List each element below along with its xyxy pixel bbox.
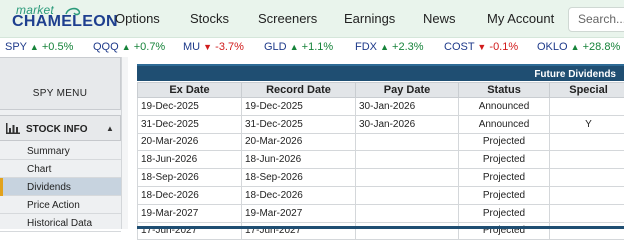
sidebar: SPY MENU STOCK INFO ▲ Summary Chart Divi… <box>0 57 128 232</box>
pay-date-cell <box>355 150 459 170</box>
record-date-cell: 18-Dec-2026 <box>241 185 356 205</box>
status-cell: Projected <box>458 132 550 152</box>
special-cell <box>549 132 624 152</box>
sidebar-item-historical-data[interactable]: Historical Data <box>0 214 121 232</box>
table-header-row: Ex Date Record Date Pay Date Status Spec… <box>137 82 624 98</box>
arrow-up-icon: ▲ <box>289 42 299 52</box>
status-cell: Projected <box>458 221 550 240</box>
pay-date-cell <box>355 168 459 187</box>
pay-date-cell <box>355 185 459 205</box>
sidebar-item-price-action[interactable]: Price Action <box>0 196 121 214</box>
status-cell: Announced <box>458 97 550 116</box>
dividends-table: Ex Date Record Date Pay Date Status Spec… <box>137 82 624 240</box>
arrow-up-icon: ▲ <box>570 42 580 52</box>
column-header-special[interactable]: Special <box>549 82 624 98</box>
market-chameleon-logo[interactable]: market CHAMELEON <box>12 3 118 35</box>
ex-date-cell: 17-Jun-2027 <box>137 221 242 240</box>
nav-my-account[interactable]: My Account <box>487 11 554 26</box>
nav-screeners[interactable]: Screeners <box>258 11 317 26</box>
pay-date-cell <box>355 221 459 240</box>
ex-date-cell: 19-Mar-2027 <box>137 203 242 223</box>
table-row: 18-Dec-2026 18-Dec-2026 Projected <box>137 185 624 205</box>
sidebar-item-chart[interactable]: Chart <box>0 160 121 178</box>
sidebar-scrollbar[interactable] <box>121 57 128 229</box>
ex-date-cell: 19-Dec-2025 <box>137 97 242 116</box>
table-row: 31-Dec-2025 31-Dec-2025 30-Jan-2026 Anno… <box>137 114 624 134</box>
record-date-cell: 17-Jun-2027 <box>241 221 356 240</box>
nav-options[interactable]: Options <box>115 11 160 26</box>
pay-date-cell: 30-Jan-2026 <box>355 97 459 116</box>
special-cell <box>549 203 624 223</box>
column-header-pay-date[interactable]: Pay Date <box>355 82 459 98</box>
search-input[interactable]: Search... <box>568 7 624 32</box>
pay-date-cell <box>355 203 459 223</box>
table-row: 19-Dec-2025 19-Dec-2025 30-Jan-2026 Anno… <box>137 97 624 116</box>
pay-date-cell <box>355 132 459 152</box>
logo-swirl-icon <box>65 7 81 16</box>
table-row: 17-Jun-2027 17-Jun-2027 Projected <box>137 221 624 240</box>
ticker-item[interactable]: OKLO ▲ +28.8% <box>537 41 620 53</box>
record-date-cell: 18-Sep-2026 <box>241 168 356 187</box>
ticker-item[interactable]: QQQ ▲ +0.7% <box>93 41 165 53</box>
record-date-cell: 19-Dec-2025 <box>241 97 356 116</box>
special-cell <box>549 150 624 170</box>
column-header-status[interactable]: Status <box>458 82 550 98</box>
ticker-item[interactable]: FDX ▲ +2.3% <box>355 41 424 53</box>
ex-date-cell: 31-Dec-2025 <box>137 114 242 134</box>
record-date-cell: 19-Mar-2027 <box>241 203 356 223</box>
table-bottom-border <box>137 226 624 229</box>
arrow-up-icon: ▲ <box>29 42 39 52</box>
record-date-cell: 20-Mar-2026 <box>241 132 356 152</box>
ticker-item[interactable]: COST ▼ -0.1% <box>444 41 518 53</box>
pay-date-cell: 30-Jan-2026 <box>355 114 459 134</box>
table-row: 18-Sep-2026 18-Sep-2026 Projected <box>137 168 624 187</box>
top-navbar: market CHAMELEON Options Stocks Screener… <box>0 0 624 38</box>
stock-info-section-toggle[interactable]: STOCK INFO ▲ <box>0 115 121 141</box>
sidebar-item-summary[interactable]: Summary <box>0 142 121 160</box>
ex-date-cell: 20-Mar-2026 <box>137 132 242 152</box>
ticker-strip: SPY ▲ +0.5% QQQ ▲ +0.7% MU ▼ -3.7% GLD ▲… <box>0 38 624 56</box>
arrow-down-icon: ▼ <box>203 42 213 52</box>
record-date-cell: 31-Dec-2025 <box>241 114 356 134</box>
status-cell: Projected <box>458 185 550 205</box>
special-cell <box>549 168 624 187</box>
sidebar-item-dividends[interactable]: Dividends <box>0 178 121 196</box>
special-cell <box>549 185 624 205</box>
future-dividends-title: Future Dividends <box>534 69 616 80</box>
spy-menu-button[interactable]: SPY MENU <box>0 57 121 110</box>
ticker-item[interactable]: SPY ▲ +0.5% <box>5 41 73 53</box>
special-cell: Y <box>549 114 624 134</box>
ex-date-cell: 18-Sep-2026 <box>137 168 242 187</box>
nav-news[interactable]: News <box>423 11 456 26</box>
record-date-cell: 18-Jun-2026 <box>241 150 356 170</box>
bar-chart-icon <box>6 123 20 134</box>
arrow-up-icon: ▲ <box>380 42 389 52</box>
nav-earnings[interactable]: Earnings <box>344 11 395 26</box>
table-row: 20-Mar-2026 20-Mar-2026 Projected <box>137 132 624 152</box>
arrow-up-icon: ▲ <box>121 42 131 52</box>
status-cell: Projected <box>458 150 550 170</box>
arrow-down-icon: ▼ <box>477 42 487 52</box>
status-cell: Projected <box>458 168 550 187</box>
caret-up-icon: ▲ <box>106 124 114 133</box>
ticker-item[interactable]: GLD ▲ +1.1% <box>264 41 333 53</box>
table-row: 18-Jun-2026 18-Jun-2026 Projected <box>137 150 624 170</box>
special-cell <box>549 221 624 240</box>
future-dividends-panel: Future Dividends Ex Date Record Date Pay… <box>137 64 624 240</box>
table-row: 19-Mar-2027 19-Mar-2027 Projected <box>137 203 624 223</box>
stock-info-label: STOCK INFO <box>26 124 88 135</box>
status-cell: Announced <box>458 114 550 134</box>
special-cell <box>549 97 624 116</box>
column-header-record-date[interactable]: Record Date <box>241 82 356 98</box>
ex-date-cell: 18-Dec-2026 <box>137 185 242 205</box>
nav-stocks[interactable]: Stocks <box>190 11 229 26</box>
column-header-ex-date[interactable]: Ex Date <box>137 82 242 98</box>
status-cell: Projected <box>458 203 550 223</box>
future-dividends-header: Future Dividends <box>137 64 624 81</box>
ticker-item[interactable]: MU ▼ -3.7% <box>183 41 244 53</box>
ex-date-cell: 18-Jun-2026 <box>137 150 242 170</box>
